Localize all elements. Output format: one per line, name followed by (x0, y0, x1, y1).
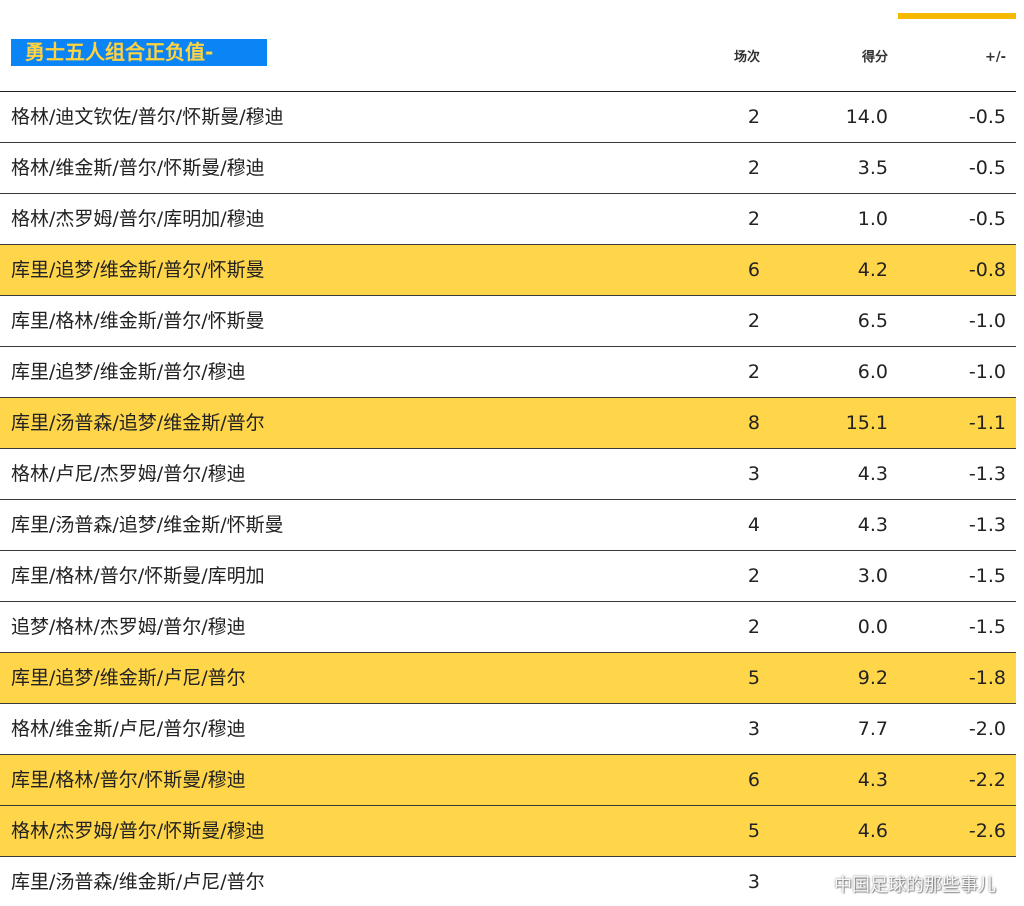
table-row: 格林/杰罗姆/普尔/库明加/穆迪 2 1.0 -0.5 (0, 194, 1016, 245)
table-row: 格林/迪文钦佐/普尔/怀斯曼/穆迪 2 14.0 -0.5 (0, 92, 1016, 143)
games-cell: 8 (747, 412, 760, 434)
lineup-cell: 格林/维金斯/普尔/怀斯曼/穆迪 (11, 157, 265, 179)
points-cell: 3.0 (857, 565, 888, 587)
watermark: 中国足球的那些事儿 (834, 875, 996, 896)
lineup-cell: 格林/卢尼/杰罗姆/普尔/穆迪 (11, 463, 246, 485)
table-row: 格林/卢尼/杰罗姆/普尔/穆迪 3 4.3 -1.3 (0, 449, 1016, 500)
plus-minus-cell: -0.5 (968, 106, 1006, 128)
points-cell: 4.6 (857, 820, 888, 842)
points-cell: 4.3 (857, 514, 888, 536)
points-cell: 4.3 (857, 769, 888, 791)
lineup-cell: 库里/汤普森/维金斯/卢尼/普尔 (11, 871, 265, 893)
plus-minus-cell: -1.1 (968, 412, 1006, 434)
plus-minus-cell: -1.3 (968, 514, 1006, 536)
games-cell: 2 (747, 208, 760, 230)
lineup-cell: 库里/追梦/维金斯/普尔/穆迪 (11, 361, 246, 383)
table-row: 库里/追梦/维金斯/普尔/穆迪 2 6.0 -1.0 (0, 347, 1016, 398)
games-cell: 6 (747, 769, 760, 791)
points-cell: 0.0 (857, 616, 888, 638)
table-title: 勇士五人组合正负值- (11, 39, 267, 66)
plus-minus-cell: -2.0 (968, 718, 1006, 740)
plus-minus-cell: -1.3 (968, 463, 1006, 485)
plus-minus-cell: -0.5 (968, 157, 1006, 179)
lineup-cell: 格林/迪文钦佐/普尔/怀斯曼/穆迪 (11, 106, 284, 128)
points-cell: 1.0 (857, 208, 888, 230)
lineup-cell: 格林/维金斯/卢尼/普尔/穆迪 (11, 718, 246, 740)
table-row: 库里/格林/维金斯/普尔/怀斯曼 2 6.5 -1.0 (0, 296, 1016, 347)
games-cell: 3 (747, 718, 760, 740)
games-cell: 6 (747, 259, 760, 281)
games-cell: 3 (747, 871, 760, 893)
plus-minus-cell: -1.0 (968, 361, 1006, 383)
table-row: 库里/追梦/维金斯/普尔/怀斯曼 6 4.2 -0.8 (0, 245, 1016, 296)
points-cell: 6.0 (857, 361, 888, 383)
games-cell: 2 (747, 157, 760, 179)
lineup-cell: 格林/杰罗姆/普尔/库明加/穆迪 (11, 208, 265, 230)
points-cell: 6.5 (857, 310, 888, 332)
plus-minus-cell: -2.6 (968, 820, 1006, 842)
games-cell: 2 (747, 565, 760, 587)
plus-minus-cell: -0.8 (968, 259, 1006, 281)
lineup-cell: 库里/格林/普尔/怀斯曼/穆迪 (11, 769, 246, 791)
games-cell: 2 (747, 361, 760, 383)
table-row: 格林/维金斯/卢尼/普尔/穆迪 3 7.7 -2.0 (0, 704, 1016, 755)
plus-minus-cell: -2.2 (968, 769, 1006, 791)
lineup-cell: 库里/汤普森/追梦/维金斯/普尔 (11, 412, 265, 434)
table-row: 库里/追梦/维金斯/卢尼/普尔 5 9.2 -1.8 (0, 653, 1016, 704)
lineup-cell: 格林/杰罗姆/普尔/怀斯曼/穆迪 (11, 820, 265, 842)
games-cell: 2 (747, 106, 760, 128)
table-row: 格林/维金斯/普尔/怀斯曼/穆迪 2 3.5 -0.5 (0, 143, 1016, 194)
games-cell: 5 (747, 667, 760, 689)
accent-bar (898, 13, 1016, 19)
games-cell: 2 (747, 616, 760, 638)
header-points: 得分 (861, 50, 888, 65)
points-cell: 4.3 (857, 463, 888, 485)
table-row: 库里/汤普森/追梦/维金斯/怀斯曼 4 4.3 -1.3 (0, 500, 1016, 551)
plus-minus-cell: -1.8 (968, 667, 1006, 689)
lineup-cell: 库里/格林/维金斯/普尔/怀斯曼 (11, 310, 265, 332)
plus-minus-cell: -1.5 (968, 616, 1006, 638)
lineup-cell: 库里/追梦/维金斯/卢尼/普尔 (11, 667, 246, 689)
games-cell: 3 (747, 463, 760, 485)
points-cell: 7.7 (857, 718, 888, 740)
games-cell: 2 (747, 310, 760, 332)
lineup-cell: 库里/汤普森/追梦/维金斯/怀斯曼 (11, 514, 284, 536)
plus-minus-cell: -0.5 (968, 208, 1006, 230)
games-cell: 4 (747, 514, 760, 536)
plus-minus-cell: -1.5 (968, 565, 1006, 587)
plus-minus-cell: -1.0 (968, 310, 1006, 332)
table-row: 库里/汤普森/追梦/维金斯/普尔 8 15.1 -1.1 (0, 398, 1016, 449)
points-cell: 3.5 (857, 157, 888, 179)
points-cell: 14.0 (845, 106, 888, 128)
table-row: 追梦/格林/杰罗姆/普尔/穆迪 2 0.0 -1.5 (0, 602, 1016, 653)
lineup-table: 格林/迪文钦佐/普尔/怀斯曼/穆迪 2 14.0 -0.5 格林/维金斯/普尔/怀斯曼/… (0, 91, 1016, 906)
points-cell: 4.2 (857, 259, 888, 281)
points-cell: 9.2 (857, 667, 888, 689)
lineup-cell: 库里/格林/普尔/怀斯曼/库明加 (11, 565, 265, 587)
header-plus-minus: +/- (984, 50, 1006, 65)
page: 勇士五人组合正负值- 场次 得分 +/- 格林/迪文钦佐/普尔/怀斯曼/穆迪 2 1… (0, 0, 1024, 906)
points-cell: 15.1 (845, 412, 888, 434)
lineup-cell: 追梦/格林/杰罗姆/普尔/穆迪 (11, 616, 246, 638)
table-row: 库里/格林/普尔/怀斯曼/库明加 2 3.0 -1.5 (0, 551, 1016, 602)
table-row: 库里/格林/普尔/怀斯曼/穆迪 6 4.3 -2.2 (0, 755, 1016, 806)
header-games: 场次 (733, 50, 760, 65)
games-cell: 5 (747, 820, 760, 842)
lineup-cell: 库里/追梦/维金斯/普尔/怀斯曼 (11, 259, 265, 281)
table-row: 格林/杰罗姆/普尔/怀斯曼/穆迪 5 4.6 -2.6 (0, 806, 1016, 857)
